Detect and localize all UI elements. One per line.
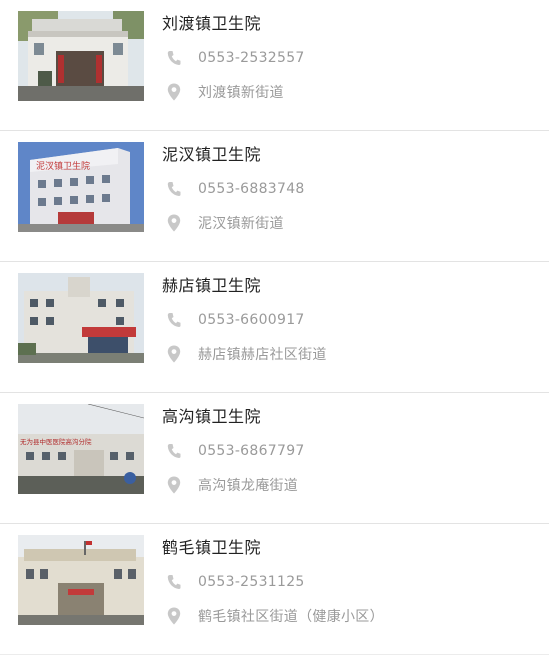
location-pin-icon xyxy=(166,213,182,233)
address-row[interactable]: 鹤毛镇社区街道（健康小区） xyxy=(166,605,384,627)
clinic-name: 赫店镇卫生院 xyxy=(162,276,262,295)
phone-icon xyxy=(166,310,182,330)
address-row[interactable]: 赫店镇赫店社区街道 xyxy=(166,343,327,365)
phone-number: 0553-2532557 xyxy=(198,50,305,66)
building-photo-image: 泥汊镇卫生院 xyxy=(18,142,144,232)
building-photo-image xyxy=(18,273,144,363)
building-photo[interactable]: 泥汊镇卫生院 xyxy=(18,142,144,232)
phone-row[interactable]: 0553-6867797 xyxy=(166,440,305,462)
clinic-name: 鹤毛镇卫生院 xyxy=(162,538,262,557)
health-center-list: 刘渡镇卫生院 0553-2532557 刘渡镇新街道 泥汊镇卫生院 泥汊镇卫生院… xyxy=(0,0,549,655)
list-item[interactable]: 泥汊镇卫生院 泥汊镇卫生院 0553-6883748 泥汊镇新街道 xyxy=(0,131,549,262)
building-photo-image xyxy=(18,535,144,625)
building-photo[interactable] xyxy=(18,273,144,363)
building-photo-image xyxy=(18,11,144,101)
phone-icon xyxy=(166,179,182,199)
phone-row[interactable]: 0553-2531125 xyxy=(166,571,305,593)
list-item[interactable]: 赫店镇卫生院 0553-6600917 赫店镇赫店社区街道 xyxy=(0,262,549,393)
address-text: 泥汊镇新街道 xyxy=(198,216,284,232)
phone-row[interactable]: 0553-6883748 xyxy=(166,178,305,200)
location-pin-icon xyxy=(166,606,182,626)
address-text: 高沟镇龙庵街道 xyxy=(198,478,299,494)
phone-row[interactable]: 0553-2532557 xyxy=(166,47,305,69)
address-row[interactable]: 泥汊镇新街道 xyxy=(166,212,284,234)
building-photo[interactable] xyxy=(18,11,144,101)
clinic-name: 刘渡镇卫生院 xyxy=(162,14,262,33)
address-row[interactable]: 刘渡镇新街道 xyxy=(166,81,284,103)
phone-number: 0553-6883748 xyxy=(198,181,305,197)
phone-icon xyxy=(166,48,182,68)
phone-number: 0553-6600917 xyxy=(198,312,305,328)
building-photo-image: 无为县中医医院高沟分院 xyxy=(18,404,144,494)
clinic-name: 泥汊镇卫生院 xyxy=(162,145,262,164)
clinic-name: 高沟镇卫生院 xyxy=(162,407,262,426)
address-text: 赫店镇赫店社区街道 xyxy=(198,347,327,363)
location-pin-icon xyxy=(166,344,182,364)
phone-icon xyxy=(166,441,182,461)
list-item[interactable]: 无为县中医医院高沟分院 高沟镇卫生院 0553-6867797 高沟镇龙庵街道 xyxy=(0,393,549,524)
location-pin-icon xyxy=(166,82,182,102)
list-item[interactable]: 鹤毛镇卫生院 0553-2531125 鹤毛镇社区街道（健康小区） xyxy=(0,524,549,655)
location-pin-icon xyxy=(166,475,182,495)
photo-sign: 泥汊镇卫生院 xyxy=(36,160,90,172)
phone-number: 0553-2531125 xyxy=(198,574,305,590)
address-text: 刘渡镇新街道 xyxy=(198,85,284,101)
address-row[interactable]: 高沟镇龙庵街道 xyxy=(166,474,298,496)
building-photo[interactable]: 无为县中医医院高沟分院 xyxy=(18,404,144,494)
address-text: 鹤毛镇社区街道（健康小区） xyxy=(198,609,384,625)
photo-sign: 无为县中医医院高沟分院 xyxy=(20,437,92,446)
phone-row[interactable]: 0553-6600917 xyxy=(166,309,305,331)
list-item[interactable]: 刘渡镇卫生院 0553-2532557 刘渡镇新街道 xyxy=(0,0,549,131)
building-photo[interactable] xyxy=(18,535,144,625)
phone-number: 0553-6867797 xyxy=(198,443,305,459)
phone-icon xyxy=(166,572,182,592)
